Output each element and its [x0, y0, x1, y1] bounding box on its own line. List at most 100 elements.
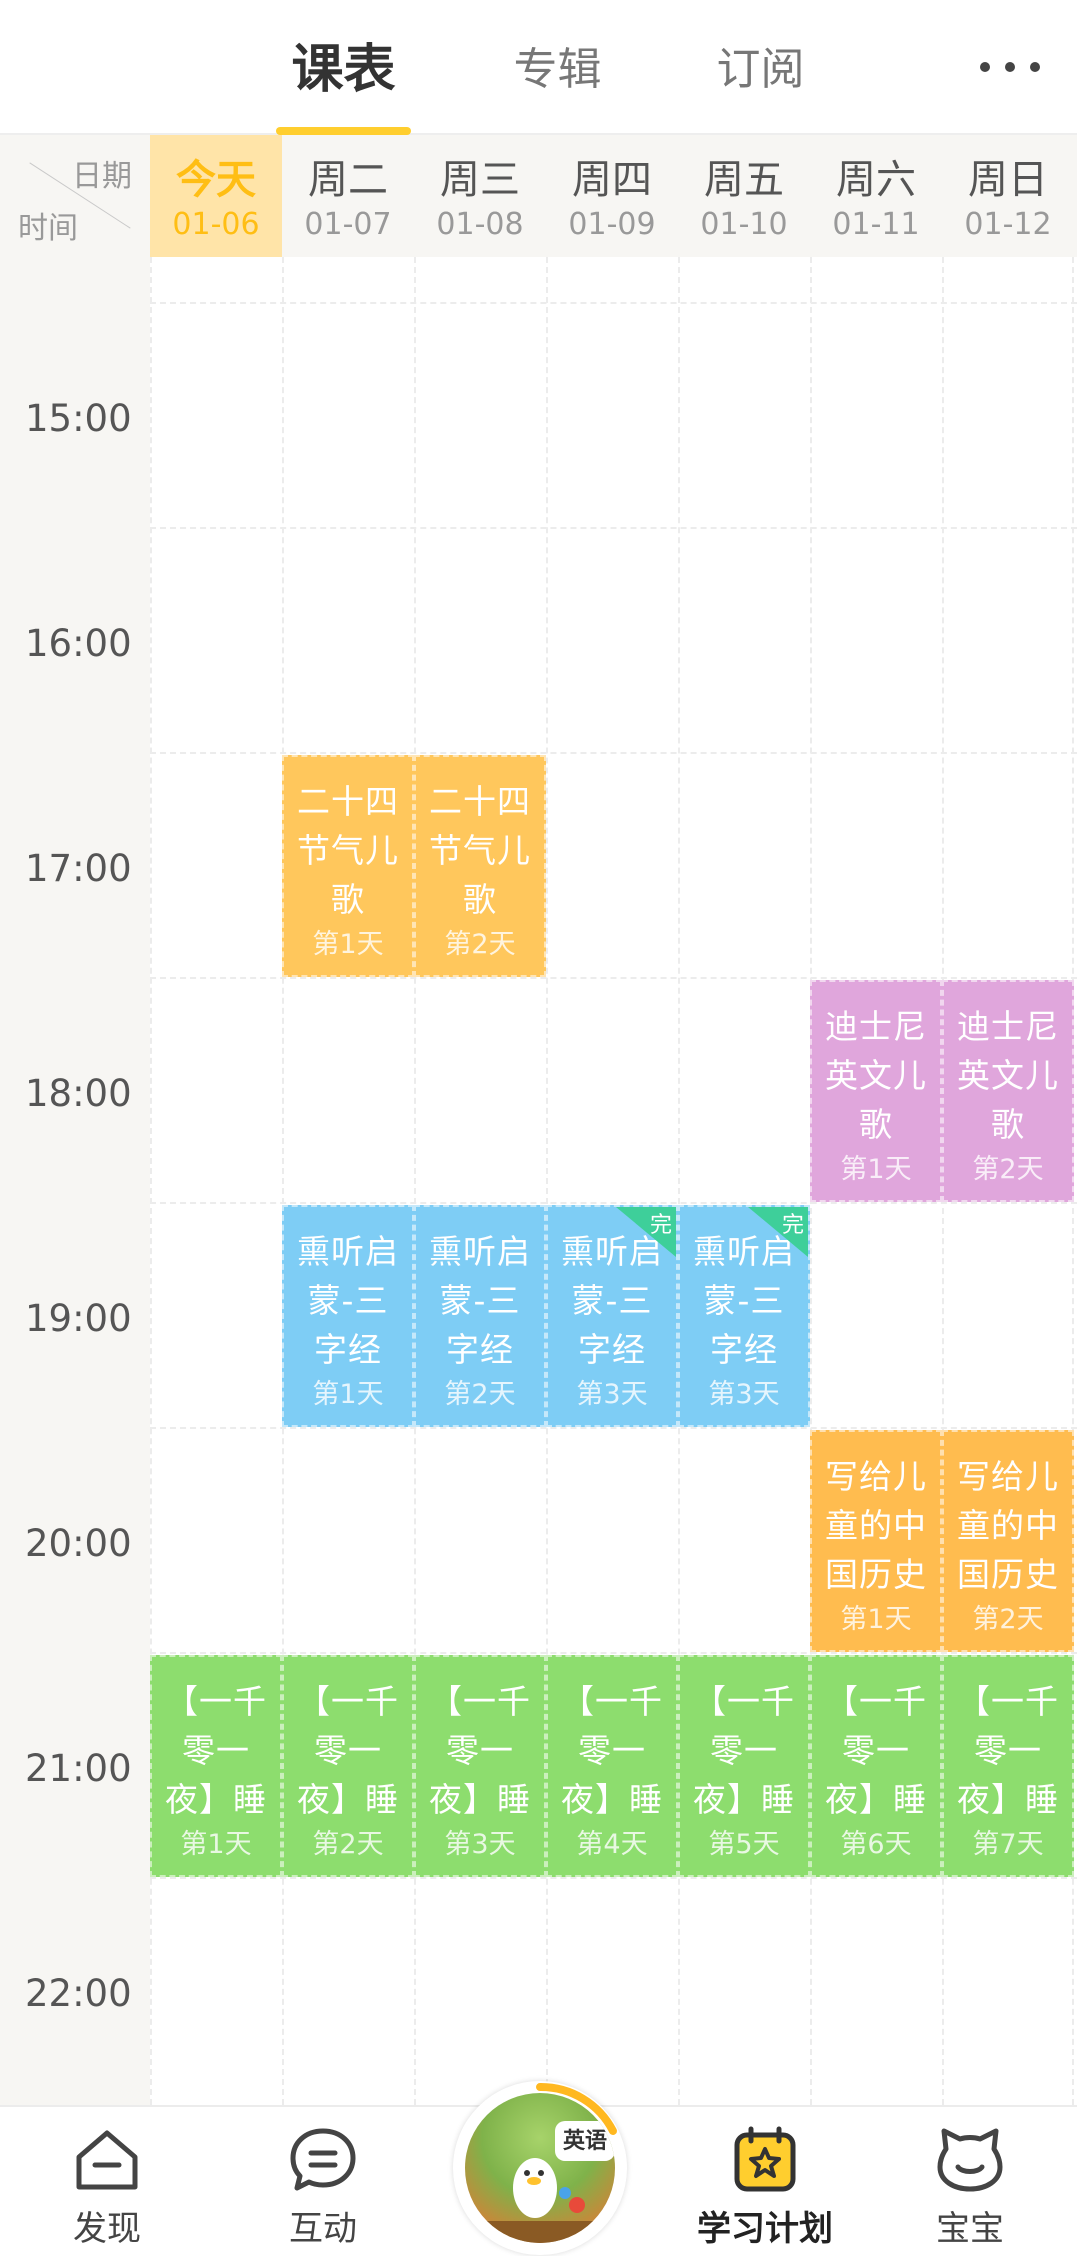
day-name: 周四	[572, 157, 652, 203]
course-block-disney[interactable]: 迪士尼英文儿歌 第1天	[810, 980, 942, 1202]
course-title: 迪士尼英文儿歌	[825, 1007, 927, 1144]
day-name: 周五	[704, 157, 784, 203]
nav-label: 互动	[289, 2209, 357, 2249]
date-header-row: 日期 时间 今天 01-06 周二 01-07 周三 01-08 周四 01-0…	[0, 135, 1077, 257]
time-label: 16:00	[25, 622, 132, 665]
nav-label: 发现	[73, 2209, 141, 2249]
course-day: 第1天	[312, 1379, 384, 1410]
day-header-sat[interactable]: 周六 01-11	[810, 135, 942, 257]
baby-face-icon	[937, 2128, 1003, 2192]
course-block-sanzijing[interactable]: 完 熏听启蒙-三字经 第3天	[546, 1205, 678, 1427]
time-label: 17:00	[25, 847, 132, 890]
course-block-night[interactable]: 【一千零一夜】睡 第4天	[546, 1655, 678, 1877]
course-block-history[interactable]: 写给儿童的中国历史 第2天	[942, 1430, 1074, 1652]
course-block-jieqi[interactable]: 二十四节气儿歌 第1天	[282, 755, 414, 977]
time-label: 18:00	[25, 1072, 132, 1115]
course-day: 第1天	[840, 1604, 912, 1635]
course-day: 第2天	[444, 1379, 516, 1410]
time-label: 22:00	[25, 1972, 132, 2015]
course-day: 第2天	[312, 1829, 384, 1860]
course-title: 【一千零一夜】睡	[561, 1682, 663, 1819]
course-day: 第3天	[708, 1379, 780, 1410]
course-block-night[interactable]: 【一千零一夜】睡 第6天	[810, 1655, 942, 1877]
course-day: 第2天	[972, 1154, 1044, 1185]
course-day: 第7天	[972, 1829, 1044, 1860]
tab-active-indicator	[276, 127, 411, 135]
course-title: 熏听启蒙-三字经	[297, 1232, 399, 1369]
chat-bubble-icon	[290, 2128, 356, 2191]
time-label: 20:00	[25, 1522, 132, 1565]
grid-line	[150, 1877, 1077, 1879]
course-block-night[interactable]: 【一千零一夜】睡 第3天	[414, 1655, 546, 1877]
nav-study-plan[interactable]: 学习计划	[690, 2125, 840, 2250]
course-block-night[interactable]: 【一千零一夜】睡 第5天	[678, 1655, 810, 1877]
more-options-icon[interactable]	[980, 60, 1040, 74]
course-day: 第1天	[840, 1154, 912, 1185]
nav-discover[interactable]: 发现	[42, 2125, 172, 2250]
nav-label: 宝宝	[936, 2209, 1004, 2249]
grid-line	[150, 752, 1077, 754]
course-block-jieqi[interactable]: 二十四节气儿歌 第2天	[414, 755, 546, 977]
completed-badge-text: 完	[649, 1213, 672, 1238]
day-date: 01-09	[568, 207, 656, 242]
course-day: 第6天	[840, 1829, 912, 1860]
completed-badge-text: 完	[781, 1213, 804, 1238]
day-header-wed[interactable]: 周三 01-08	[414, 135, 546, 257]
course-block-sanzijing[interactable]: 熏听启蒙-三字经 第2天	[414, 1205, 546, 1427]
course-title: 二十四节气儿歌	[297, 782, 399, 919]
tab-subscriptions[interactable]: 订阅	[693, 30, 828, 110]
subject-tag: 英语	[555, 2121, 615, 2161]
day-header-today[interactable]: 今天 01-06	[150, 135, 282, 257]
top-tab-bar: 课表 专辑 订阅	[0, 0, 1077, 135]
course-block-night[interactable]: 【一千零一夜】睡 第1天	[150, 1655, 282, 1877]
tab-albums[interactable]: 专辑	[490, 30, 625, 110]
course-day: 第1天	[312, 929, 384, 960]
center-album-button[interactable]: 英语	[445, 2073, 635, 2256]
day-header-fri[interactable]: 周五 01-10	[678, 135, 810, 257]
grid-line	[150, 302, 1077, 304]
course-day: 第3天	[444, 1829, 516, 1860]
day-name: 周三	[440, 157, 520, 203]
nav-interact[interactable]: 互动	[258, 2125, 388, 2250]
day-date: 01-08	[436, 207, 524, 242]
day-header-sun[interactable]: 周日 01-12	[942, 135, 1074, 257]
course-day: 第2天	[444, 929, 516, 960]
day-header-thu[interactable]: 周四 01-09	[546, 135, 678, 257]
course-title: 写给儿童的中国历史	[825, 1457, 927, 1594]
completed-badge: 完	[748, 1207, 808, 1257]
time-label: 21:00	[25, 1747, 132, 1790]
course-block-night[interactable]: 【一千零一夜】睡 第2天	[282, 1655, 414, 1877]
course-block-disney[interactable]: 迪士尼英文儿歌 第2天	[942, 980, 1074, 1202]
course-title: 【一千零一夜】睡	[957, 1682, 1059, 1819]
course-title: 【一千零一夜】睡	[297, 1682, 399, 1819]
course-title: 【一千零一夜】睡	[693, 1682, 795, 1819]
nav-baby[interactable]: 宝宝	[905, 2125, 1035, 2250]
day-date: 01-11	[832, 207, 920, 242]
grid-line	[150, 527, 1077, 529]
grid-line	[150, 1202, 1077, 1204]
course-title: 迪士尼英文儿歌	[957, 1007, 1059, 1144]
course-block-sanzijing[interactable]: 熏听启蒙-三字经 第1天	[282, 1205, 414, 1427]
day-name: 周日	[968, 157, 1048, 203]
course-block-history[interactable]: 写给儿童的中国历史 第1天	[810, 1430, 942, 1652]
course-title: 【一千零一夜】睡	[429, 1682, 531, 1819]
schedule-grid[interactable]: 15:00 16:00 17:00 18:00 19:00 20:00 21:0…	[0, 257, 1077, 2105]
course-block-night[interactable]: 【一千零一夜】睡 第7天	[942, 1655, 1074, 1877]
home-icon	[76, 2130, 138, 2190]
course-day: 第5天	[708, 1829, 780, 1860]
course-day: 第2天	[972, 1604, 1044, 1635]
tab-schedule[interactable]: 课表	[276, 30, 411, 110]
corner-time-label: 时间	[18, 211, 78, 246]
course-day: 第1天	[180, 1829, 252, 1860]
course-day: 第4天	[576, 1829, 648, 1860]
time-label: 15:00	[25, 397, 132, 440]
day-header-tue[interactable]: 周二 01-07	[282, 135, 414, 257]
grid-line	[150, 1652, 1077, 1654]
course-title: 熏听启蒙-三字经	[429, 1232, 531, 1369]
completed-badge: 完	[616, 1207, 676, 1257]
day-name: 周二	[308, 157, 388, 203]
day-name: 今天	[176, 157, 256, 203]
calendar-star-icon	[734, 2126, 796, 2192]
course-block-sanzijing[interactable]: 完 熏听启蒙-三字经 第3天	[678, 1205, 810, 1427]
corner-date-label: 日期	[72, 159, 132, 194]
